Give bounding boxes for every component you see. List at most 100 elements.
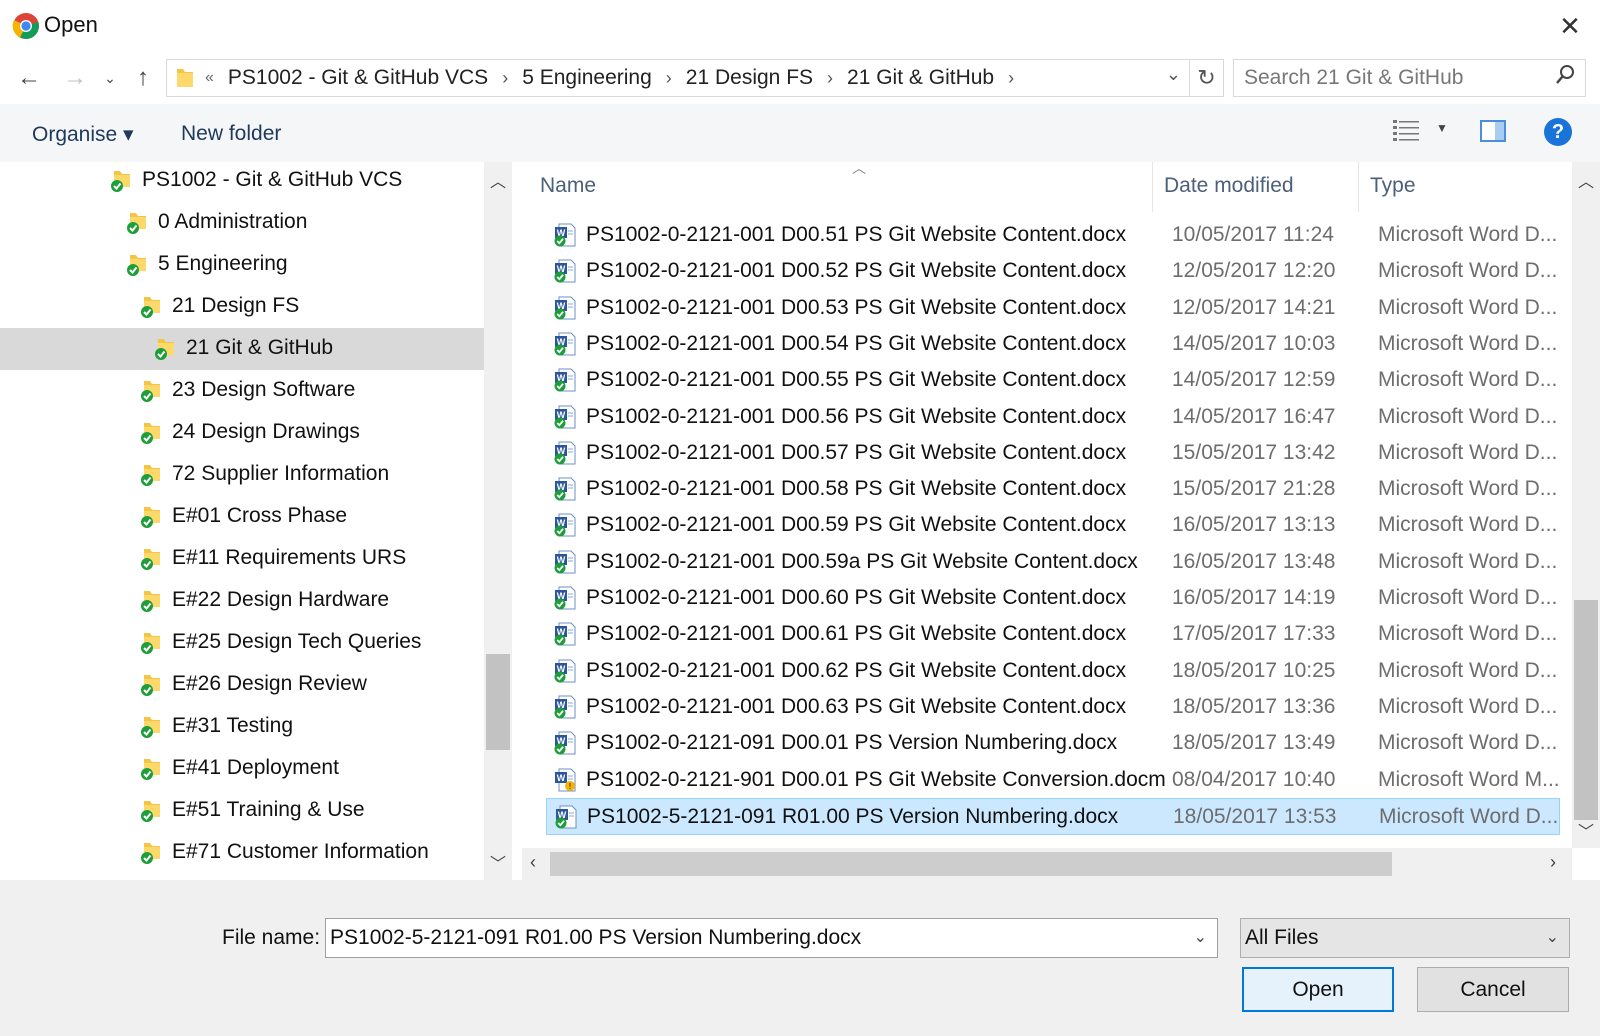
address-bar[interactable]: « PS1002 - Git & GitHub VCS › 5 Engineer… [166,59,1190,97]
details-view-icon[interactable] [1393,119,1421,141]
word-document-icon: W [554,332,576,356]
column-header-type[interactable]: Type [1370,174,1416,198]
tree-item[interactable]: 23 Design Software [0,370,484,412]
file-row[interactable]: W PS1002-0-2121-001 D00.51 PS Git Website… [546,217,1560,254]
preview-pane-icon[interactable] [1480,120,1506,142]
tree-item[interactable]: E#25 Design Tech Queries [0,622,484,664]
new-folder-button[interactable]: New folder [181,122,281,146]
close-icon[interactable]: ✕ [1556,12,1584,40]
file-row[interactable]: W PS1002-0-2121-001 D00.56 PS Git Website… [546,399,1560,436]
file-row[interactable]: W PS1002-0-2121-001 D00.62 PS Git Website… [546,653,1560,690]
file-row[interactable]: W PS1002-0-2121-001 D00.58 PS Git Website… [546,471,1560,508]
tree-item[interactable]: E#01 Cross Phase [0,496,484,538]
file-date-modified: 10/05/2017 11:24 [1172,223,1334,246]
scroll-up-icon[interactable]: ︿ [1578,168,1594,192]
breadcrumb-item[interactable]: PS1002 - Git & GitHub VCS [228,66,488,90]
scroll-right-icon[interactable]: › [1550,852,1556,873]
tree-item-label: 5 Engineering [158,252,288,275]
file-date-modified: 14/05/2017 16:47 [1172,404,1336,428]
scroll-down-icon[interactable]: ﹀ [490,850,506,874]
file-row[interactable]: W PS1002-0-2121-001 D00.60 PS Git Website… [546,580,1560,617]
file-row[interactable]: W PS1002-0-2121-001 D00.61 PS Git Website… [546,616,1560,653]
scrollbar-thumb[interactable] [486,654,510,750]
synced-folder-icon [141,591,160,612]
refresh-icon[interactable]: ↻ [1190,59,1224,97]
tree-item[interactable]: 24 Design Drawings [0,412,484,454]
breadcrumb-item[interactable]: 21 Design FS [686,66,813,90]
file-row[interactable]: W! PS1002-0-2121-901 D00.01 PS Git Websit… [546,762,1560,799]
tree-item-label: E#51 Training & Use [172,798,365,821]
file-name-input[interactable] [330,923,1170,953]
column-header-name[interactable]: Name [540,174,596,198]
breadcrumb-overflow[interactable]: « [205,69,214,87]
tree-item[interactable]: E#11 Requirements URS [0,538,484,580]
file-row[interactable]: W PS1002-0-2121-001 D00.57 PS Git Website… [546,435,1560,472]
navigation-scrollbar[interactable]: ︿ ﹀ [484,162,512,880]
tree-item[interactable]: 72 Supplier Information [0,454,484,496]
chevron-right-icon[interactable]: › [1008,68,1014,89]
synced-folder-icon [141,423,160,444]
tree-item[interactable]: 5 Engineering [0,244,484,286]
partially-hidden-row[interactable] [546,202,1560,210]
cancel-button[interactable]: Cancel [1417,967,1569,1012]
tree-item-label: E#11 Requirements URS [172,546,407,569]
file-row[interactable]: W PS1002-0-2121-001 D00.52 PS Git Website… [546,253,1560,290]
file-date-modified: 16/05/2017 13:48 [1172,549,1336,573]
view-options-caret-icon[interactable]: ▼ [1436,121,1448,135]
tree-item[interactable]: E#71 Customer Information [0,832,484,874]
scroll-left-icon[interactable]: ‹ [530,852,536,873]
search-box[interactable] [1233,59,1586,97]
tree-item[interactable]: 0 Administration [0,202,484,244]
tree-item-label: E#22 Design Hardware [172,588,390,611]
word-document-icon: W [554,622,576,646]
file-list-scrollbar[interactable]: ︿ ﹀ [1572,162,1600,848]
tree-item[interactable]: 21 Design FS [0,286,484,328]
help-icon[interactable]: ? [1544,118,1572,146]
organise-button[interactable]: Organise ▾ [32,122,134,147]
open-button[interactable]: Open [1242,967,1394,1012]
breadcrumb-item[interactable]: 21 Git & GitHub [847,66,994,90]
file-row[interactable]: W PS1002-0-2121-001 D00.54 PS Git Website… [546,326,1560,363]
file-row[interactable]: W PS1002-0-2121-091 D00.01 PS Version Num… [546,725,1560,762]
search-icon[interactable] [1555,64,1575,86]
file-row[interactable]: W PS1002-0-2121-001 D00.63 PS Git Website… [546,689,1560,726]
horizontal-scrollbar[interactable]: ‹ › [522,848,1572,880]
tree-item[interactable]: E#31 Testing [0,706,484,748]
tree-item[interactable]: 21 Git & GitHub [0,328,484,370]
scrollbar-thumb[interactable] [550,852,1392,876]
file-type: Microsoft Word D... [1378,477,1558,501]
column-header-date[interactable]: Date modified [1164,174,1294,198]
scroll-down-icon[interactable]: ﹀ [1578,818,1594,842]
chevron-right-icon[interactable]: › [502,68,508,89]
tree-item[interactable]: E#41 Deployment [0,748,484,790]
tree-item[interactable]: E#26 Design Review [0,664,484,706]
file-name-combobox[interactable]: ⌄ [325,918,1218,958]
file-type: Microsoft Word D... [1378,694,1558,718]
tree-item[interactable]: E#51 Training & Use [0,790,484,832]
tree-item[interactable]: E#22 Design Hardware [0,580,484,622]
search-input[interactable] [1244,64,1544,92]
scrollbar-thumb[interactable] [1574,600,1598,820]
chevron-down-icon[interactable]: ⌄ [1194,927,1207,947]
file-row[interactable]: W PS1002-0-2121-001 D00.53 PS Git Website… [546,290,1560,327]
breadcrumb-item[interactable]: 5 Engineering [522,66,652,90]
tree-item[interactable]: PS1002 - Git & GitHub VCS [0,162,484,202]
file-row[interactable]: W PS1002-0-2121-001 D00.59a PS Git Websit… [546,544,1560,581]
file-row[interactable]: W PS1002-0-2121-001 D00.59 PS Git Website… [546,507,1560,544]
chevron-down-icon[interactable]: ⌄ [1166,64,1181,85]
chevron-down-icon[interactable]: ⌄ [1546,927,1559,947]
chrome-icon [12,13,39,39]
back-arrow-icon[interactable]: ← [14,62,44,94]
recent-locations-chevron-icon[interactable]: ⌄ [98,62,122,94]
synced-folder-icon [141,549,160,570]
file-type-filter[interactable]: All Files ⌄ [1240,918,1570,958]
chevron-right-icon[interactable]: › [827,68,833,89]
forward-arrow-icon[interactable]: → [60,62,90,94]
chevron-right-icon[interactable]: › [666,68,672,89]
scroll-up-icon[interactable]: ︿ [490,168,506,192]
synced-folder-icon [127,255,146,276]
open-file-dialog: Open ✕ ← → ⌄ ↑ « PS1002 - Git & GitHub V… [0,0,1600,1036]
file-row[interactable]: W PS1002-5-2121-091 R01.00 PS Version Num… [546,797,1560,835]
up-arrow-icon[interactable]: ↑ [128,62,158,94]
file-row[interactable]: W PS1002-0-2121-001 D00.55 PS Git Website… [546,362,1560,399]
